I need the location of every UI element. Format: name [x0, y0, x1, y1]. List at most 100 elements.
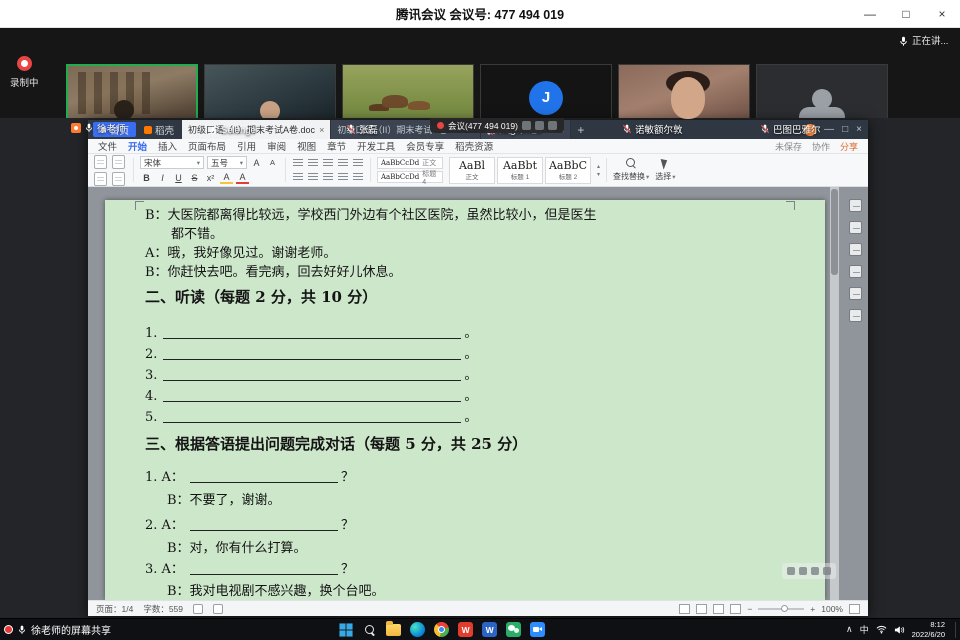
word-button[interactable]: W	[482, 622, 498, 638]
tool-icon[interactable]	[787, 567, 795, 575]
menu-home[interactable]: 开始	[128, 139, 147, 153]
style-preset[interactable]: AaBbCcDd 标题 4	[377, 171, 443, 183]
highlight-button[interactable]: A	[220, 171, 233, 184]
copy-icon[interactable]	[112, 172, 125, 186]
new-tab-button[interactable]: +	[577, 123, 584, 137]
taskbar-clock[interactable]: 8:12 2022/6/20	[912, 620, 945, 640]
justify-icon[interactable]	[337, 171, 349, 183]
close-tab-icon[interactable]: ×	[319, 125, 324, 135]
file-explorer-button[interactable]	[386, 622, 402, 638]
shading-icon[interactable]	[352, 171, 364, 183]
document-page[interactable]: B：大医院都离得比较远，学校西门外边有个社区医院，虽然比较小，但是医生 都不错。…	[105, 200, 825, 600]
zoom-level[interactable]: 100%	[821, 604, 843, 614]
comment-tool-icon[interactable]	[849, 243, 862, 256]
camera-toggle-icon[interactable]	[535, 121, 544, 130]
style-preset[interactable]: AaBbCcDd 正文	[377, 157, 443, 169]
view-mode-icon[interactable]	[696, 604, 707, 614]
style-preset[interactable]: AaBbt 标题 1	[497, 157, 543, 184]
meeting-app-button[interactable]	[530, 622, 546, 638]
style-preset[interactable]: AaBbC 标题 2	[545, 157, 591, 184]
floating-tools[interactable]	[782, 563, 836, 579]
doc-tab-active[interactable]: 初级口语（II）期末考试A卷.doc ×	[182, 120, 331, 139]
chrome-button[interactable]	[434, 622, 450, 638]
menu-page-layout[interactable]: 页面布局	[188, 139, 226, 153]
strikethrough-button[interactable]: S	[188, 171, 201, 184]
bookmark-tool-icon[interactable]	[849, 265, 862, 278]
wps-close-button[interactable]: ×	[856, 124, 862, 135]
mic-toggle-icon[interactable]	[522, 121, 531, 130]
gallery-up-icon[interactable]: ▴	[597, 163, 600, 170]
find-replace-button[interactable]: 查找替换 ▾	[613, 158, 649, 182]
numbered-list-icon[interactable]	[307, 157, 319, 169]
cut-icon[interactable]	[94, 172, 107, 186]
collaborate-button[interactable]: 协作	[812, 140, 830, 153]
tray-expand-icon[interactable]: ∧	[846, 624, 853, 635]
align-left-icon[interactable]	[292, 171, 304, 183]
tool-icon[interactable]	[799, 567, 807, 575]
font-size-select[interactable]: 五号 ▾	[207, 156, 247, 169]
start-button[interactable]	[338, 622, 354, 638]
settings-tool-icon[interactable]	[849, 309, 862, 322]
menu-section[interactable]: 章节	[327, 139, 346, 153]
share-button[interactable]: 分享	[840, 140, 858, 153]
view-mode-icon[interactable]	[679, 604, 690, 614]
underline-button[interactable]: U	[172, 171, 185, 184]
print-tool-icon[interactable]	[849, 287, 862, 300]
meeting-floating-bar[interactable]: 会议(477 494 019)	[430, 118, 564, 133]
format-painter-icon[interactable]	[112, 155, 125, 169]
align-right-icon[interactable]	[322, 171, 334, 183]
menu-view[interactable]: 视图	[297, 139, 316, 153]
menu-file[interactable]: 文件	[98, 139, 117, 153]
style-preset[interactable]: AaBl 正文	[449, 157, 495, 184]
search-button[interactable]	[362, 622, 378, 638]
line-spacing-icon[interactable]	[352, 157, 364, 169]
font-name-select[interactable]: 宋体 ▾	[140, 156, 204, 169]
wps-minimize-button[interactable]: —	[824, 124, 834, 135]
bullet-list-icon[interactable]	[292, 157, 304, 169]
bold-button[interactable]: B	[140, 171, 153, 184]
wifi-icon[interactable]	[876, 625, 887, 634]
select-button[interactable]: 选择 ▾	[655, 158, 675, 182]
proofread-icon[interactable]	[213, 604, 223, 614]
spellcheck-icon[interactable]	[193, 604, 203, 614]
scrollbar-thumb[interactable]	[831, 189, 838, 275]
tool-icon[interactable]	[811, 567, 819, 575]
menu-docer-res[interactable]: 稻壳资源	[455, 139, 493, 153]
zoom-out-button[interactable]: −	[747, 604, 752, 614]
zoom-in-button[interactable]: +	[810, 604, 815, 614]
maximize-button[interactable]: □	[888, 0, 924, 28]
indent-icon[interactable]	[337, 157, 349, 169]
outdent-icon[interactable]	[322, 157, 334, 169]
minimize-button[interactable]: —	[852, 0, 888, 28]
volume-icon[interactable]	[894, 625, 905, 635]
show-desktop-button[interactable]	[955, 622, 957, 638]
paste-icon[interactable]	[94, 155, 107, 169]
menu-references[interactable]: 引用	[237, 139, 256, 153]
increase-font-button[interactable]: A	[250, 156, 263, 169]
wechat-button[interactable]	[506, 622, 522, 638]
align-center-icon[interactable]	[307, 171, 319, 183]
fullscreen-icon[interactable]	[849, 604, 860, 614]
wps-button[interactable]: W	[458, 622, 474, 638]
zoom-slider[interactable]	[758, 608, 804, 610]
tool-icon[interactable]	[823, 567, 831, 575]
vertical-scrollbar[interactable]	[830, 187, 839, 600]
highlight-tool-icon[interactable]	[849, 221, 862, 234]
share-toggle-icon[interactable]	[548, 121, 557, 130]
close-button[interactable]: ×	[924, 0, 960, 28]
font-color-button[interactable]: A	[236, 171, 249, 184]
view-mode-icon[interactable]	[730, 604, 741, 614]
meeting-titlebar[interactable]: 腾讯会议 会议号: 477 494 019 — □ ×	[0, 0, 960, 28]
menu-dev-tools[interactable]: 开发工具	[357, 139, 395, 153]
superscript-button[interactable]: x²	[204, 171, 217, 184]
pen-tool-icon[interactable]	[849, 199, 862, 212]
menu-member[interactable]: 会员专享	[406, 139, 444, 153]
gallery-down-icon[interactable]: ▾	[597, 171, 600, 178]
wps-restore-button[interactable]: □	[842, 124, 848, 135]
view-mode-icon[interactable]	[713, 604, 724, 614]
docer-tab[interactable]: 稻壳	[144, 123, 174, 137]
input-method-indicator[interactable]: 中	[860, 623, 869, 636]
italic-button[interactable]: I	[156, 171, 169, 184]
decrease-font-button[interactable]: A	[266, 156, 279, 169]
menu-insert[interactable]: 插入	[158, 139, 177, 153]
